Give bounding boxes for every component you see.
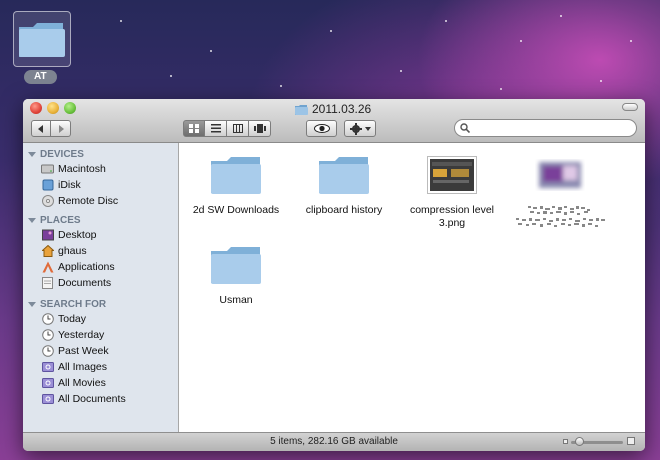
coverflow-view-icon — [253, 124, 266, 133]
back-button[interactable] — [31, 120, 51, 137]
back-arrow-icon — [38, 124, 43, 133]
sidebar-item-idisk[interactable]: iDisk — [41, 177, 81, 192]
quick-look-button[interactable] — [306, 120, 337, 137]
file-item[interactable]: 2d SW Downloads — [186, 155, 286, 217]
sidebar-item-desktop[interactable]: Desktop — [41, 227, 97, 242]
file-item[interactable]: Usman — [186, 245, 286, 307]
action-menu-button[interactable] — [344, 120, 376, 137]
sidebar-item-past-week[interactable]: Past Week — [41, 343, 109, 358]
zoom-window-button[interactable] — [64, 102, 76, 114]
blurred-image-thumbnail-icon — [510, 155, 610, 195]
sidebar-item-remote-disc[interactable]: Remote Disc — [41, 193, 118, 208]
window-title: 2011.03.26 — [295, 102, 371, 116]
close-window-button[interactable] — [30, 102, 42, 114]
forward-button[interactable] — [51, 120, 71, 137]
status-bar: 5 items, 282.16 GB available — [23, 432, 645, 451]
clock-icon — [41, 328, 54, 341]
disclosure-triangle-icon — [28, 302, 36, 307]
icon-view-button[interactable] — [183, 120, 205, 137]
chevron-down-icon — [364, 126, 371, 131]
desktop-folder-icon[interactable] — [13, 11, 71, 67]
folder-icon — [294, 155, 394, 195]
smart-folder-icon — [41, 392, 54, 405]
desktop-folder-label: AT — [24, 70, 57, 84]
file-name: compression level 3.png — [409, 204, 495, 229]
optical-disc-icon — [41, 194, 54, 207]
search-icon — [460, 123, 470, 133]
small-icon-size-icon — [563, 439, 568, 444]
file-icon-grid: 2d SW Downloads clipboard history compre… — [180, 143, 645, 432]
smart-folder-icon — [41, 360, 54, 373]
window-title-text: 2011.03.26 — [312, 102, 372, 116]
view-mode-control — [183, 120, 271, 137]
hard-drive-icon — [41, 162, 54, 175]
toolbar-toggle-button[interactable] — [622, 103, 638, 111]
slider-thumb[interactable] — [575, 437, 584, 446]
folder-icon — [186, 155, 286, 195]
file-item[interactable]: clipboard history — [294, 155, 394, 217]
coverflow-view-button[interactable] — [249, 120, 271, 137]
folder-icon — [186, 245, 286, 285]
file-name: clipboard history — [305, 204, 383, 216]
eye-icon — [313, 124, 330, 133]
sidebar-item-yesterday[interactable]: Yesterday — [41, 327, 104, 342]
minimize-window-button[interactable] — [47, 102, 59, 114]
sidebar-item-all-documents[interactable]: All Documents — [41, 391, 126, 406]
sidebar-item-macintosh[interactable]: Macintosh — [41, 161, 106, 176]
image-thumbnail-icon — [402, 155, 502, 195]
sidebar-heading-search-for[interactable]: SEARCH FOR — [28, 298, 106, 311]
file-item[interactable]: compression level 3.png — [402, 155, 502, 230]
forward-arrow-icon — [58, 124, 64, 133]
file-name: 2d SW Downloads — [192, 204, 280, 216]
sidebar-item-documents[interactable]: Documents — [41, 275, 111, 290]
window-toolbar: 2011.03.26 — [23, 99, 645, 143]
home-icon — [41, 244, 54, 257]
sidebar-item-all-images[interactable]: All Images — [41, 359, 107, 374]
documents-icon — [41, 276, 54, 289]
sidebar-item-all-movies[interactable]: All Movies — [41, 375, 106, 390]
status-text: 5 items, 282.16 GB available — [270, 436, 398, 447]
list-view-button[interactable] — [205, 120, 227, 137]
list-view-icon — [210, 124, 221, 133]
clock-icon — [41, 344, 54, 357]
search-input[interactable] — [474, 122, 624, 134]
finder-window: 2011.03.26 DEVICES Macintosh iDisk Remot… — [23, 99, 645, 451]
idisk-icon — [41, 178, 54, 191]
smart-folder-icon — [41, 376, 54, 389]
file-name: Usman — [219, 294, 253, 306]
search-field[interactable] — [454, 119, 637, 137]
column-view-icon — [232, 124, 243, 133]
icon-view-icon — [189, 124, 199, 133]
disclosure-triangle-icon — [28, 152, 36, 157]
file-item[interactable] — [510, 155, 610, 234]
applications-icon — [41, 260, 54, 273]
clock-icon — [41, 312, 54, 325]
icon-size-slider[interactable] — [563, 437, 635, 447]
sidebar-item-today[interactable]: Today — [41, 311, 86, 326]
folder-icon — [295, 104, 308, 115]
sidebar-item-applications[interactable]: Applications — [41, 259, 115, 274]
sidebar-heading-places[interactable]: PLACES — [28, 214, 81, 227]
redacted-file-name — [510, 204, 610, 234]
desktop-icon — [41, 228, 54, 241]
gear-icon — [349, 122, 362, 135]
sidebar: DEVICES Macintosh iDisk Remote Disc PLAC… — [23, 143, 179, 432]
sidebar-heading-devices[interactable]: DEVICES — [28, 148, 84, 161]
sidebar-item-ghaus[interactable]: ghaus — [41, 243, 87, 258]
disclosure-triangle-icon — [28, 218, 36, 223]
large-icon-size-icon — [627, 437, 635, 445]
column-view-button[interactable] — [227, 120, 249, 137]
